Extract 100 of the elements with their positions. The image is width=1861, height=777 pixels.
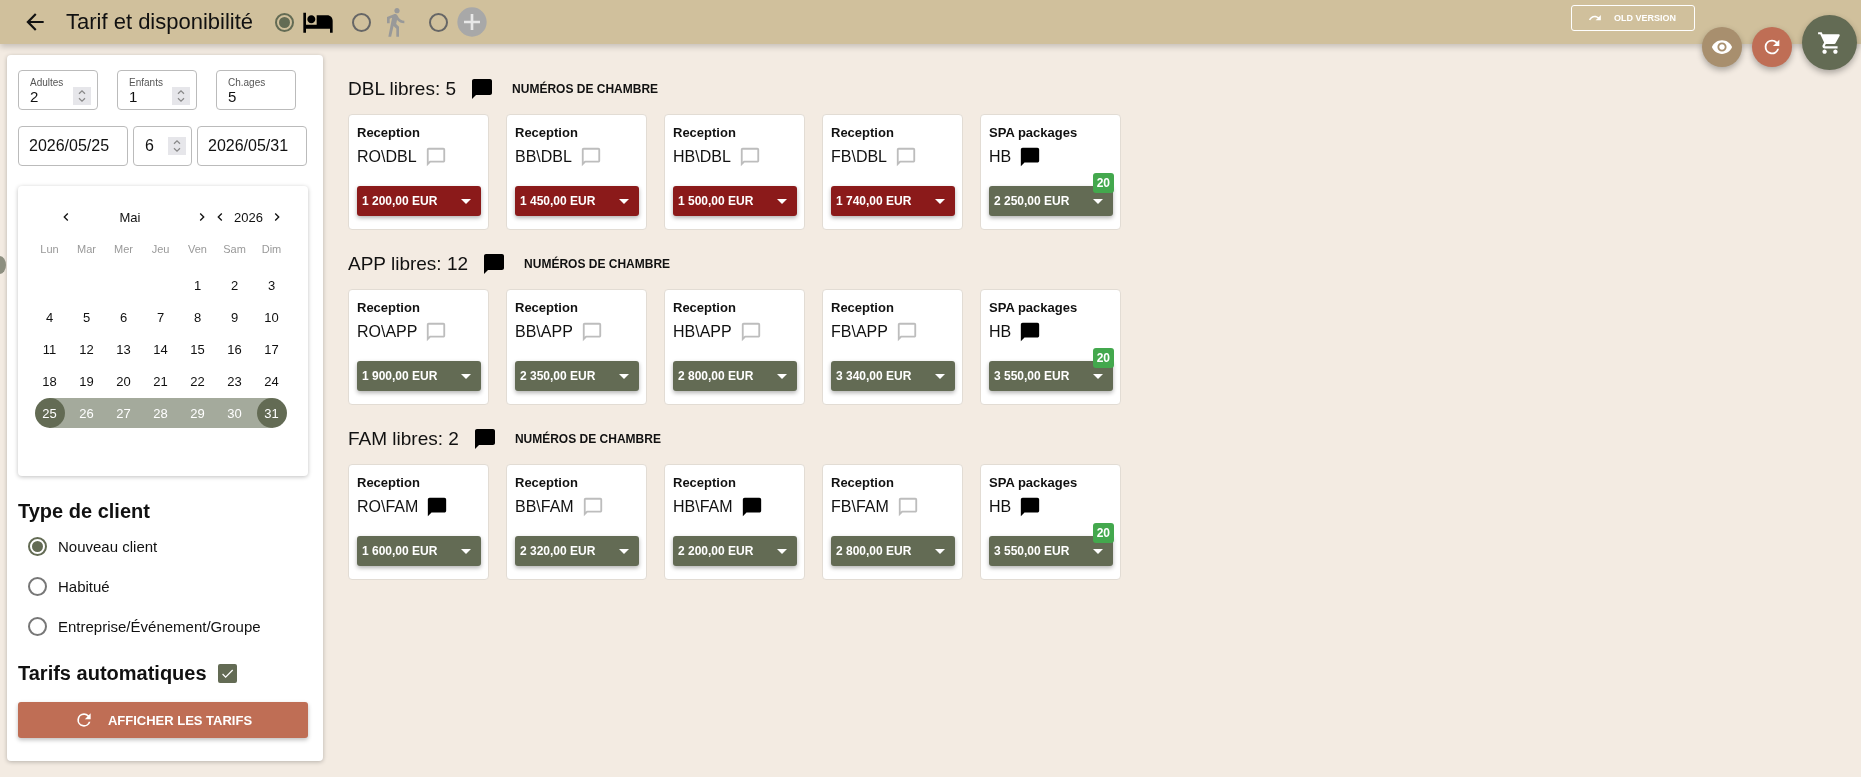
calendar-day[interactable]: 3 xyxy=(256,270,287,300)
filled-comment-icon[interactable] xyxy=(426,496,449,518)
spinner-icon[interactable] xyxy=(73,87,91,105)
departure-date-field[interactable]: 2026/05/31 xyxy=(197,126,307,166)
calendar-day[interactable]: 20 xyxy=(108,366,139,396)
number-field[interactable]: Ch.ages 5 xyxy=(216,70,296,110)
caret-icon xyxy=(777,548,787,554)
price-dropdown-button[interactable]: 1 900,00 EUR xyxy=(357,361,481,391)
calendar-day[interactable]: 6 xyxy=(108,302,139,332)
cart-icon xyxy=(1816,29,1843,56)
filled-comment-icon[interactable] xyxy=(1019,496,1042,518)
price-dropdown-button[interactable]: 2 350,00 EUR xyxy=(515,361,639,391)
caret-icon xyxy=(1093,548,1103,554)
field-value: 5 xyxy=(228,88,238,105)
calendar-day[interactable]: 17 xyxy=(256,334,287,364)
calendar-day[interactable]: 10 xyxy=(256,302,287,332)
rate-code: RO\APP xyxy=(357,323,418,341)
rate-source: Reception xyxy=(673,125,737,140)
price-dropdown-button[interactable]: 2 200,00 EUR xyxy=(673,536,797,566)
calendar-day[interactable]: 25 xyxy=(34,398,65,428)
caret-icon xyxy=(935,548,945,554)
price-dropdown-button[interactable]: 1 740,00 EUR xyxy=(831,186,955,216)
arrival-date-field[interactable]: 2026/05/25 xyxy=(18,126,128,166)
price-dropdown-button[interactable]: 1 200,00 EUR xyxy=(357,186,481,216)
calendar-day[interactable]: 16 xyxy=(219,334,250,364)
calendar-day[interactable]: 14 xyxy=(145,334,176,364)
calendar-day[interactable]: 19 xyxy=(71,366,102,396)
calendar-day[interactable]: 18 xyxy=(34,366,65,396)
nights-field[interactable]: 6 xyxy=(133,126,192,166)
calendar-day[interactable]: 22 xyxy=(182,366,213,396)
price-dropdown-button[interactable]: 2 320,00 EUR xyxy=(515,536,639,566)
rate-source: Reception xyxy=(357,475,421,490)
calendar-day[interactable]: 12 xyxy=(71,334,102,364)
calendar-day[interactable]: 1 xyxy=(182,270,213,300)
calendar-day[interactable]: 5 xyxy=(71,302,102,332)
count-badge: 20 xyxy=(1092,523,1114,543)
number-field[interactable]: Adultes 2 xyxy=(18,70,98,110)
radio-button[interactable] xyxy=(275,12,295,32)
rate-source: Reception xyxy=(515,125,579,140)
rate-source: SPA packages xyxy=(989,475,1079,490)
spinner-icon[interactable] xyxy=(168,137,186,155)
room-numbers-link[interactable]: NUMÉROS DE CHAMBRE xyxy=(514,432,661,446)
calendar-day[interactable]: 31 xyxy=(256,398,287,428)
filled-comment-icon[interactable] xyxy=(472,427,497,451)
calendar-day[interactable]: 8 xyxy=(182,302,213,332)
caret-icon xyxy=(1093,198,1103,204)
radio-button[interactable] xyxy=(429,12,449,32)
rate-code: HB xyxy=(989,148,1012,166)
rate-code: FB\DBL xyxy=(831,148,887,166)
calendar-day[interactable]: 15 xyxy=(182,334,213,364)
price-dropdown-button[interactable]: 2 800,00 EUR xyxy=(673,361,797,391)
rate-source: Reception xyxy=(357,300,421,315)
filled-comment-icon[interactable] xyxy=(482,252,507,276)
rate-source: Reception xyxy=(831,300,895,315)
radio-button[interactable] xyxy=(352,12,372,32)
filled-comment-icon[interactable] xyxy=(1019,321,1042,343)
calendar-day[interactable]: 13 xyxy=(108,334,139,364)
price-dropdown-button[interactable]: 1 500,00 EUR xyxy=(673,186,797,216)
month-label[interactable]: Mai xyxy=(66,209,194,225)
price-dropdown-button[interactable]: 2 800,00 EUR xyxy=(831,536,955,566)
price-dropdown-button[interactable]: 1 600,00 EUR xyxy=(357,536,481,566)
caret-icon xyxy=(619,198,629,204)
price-dropdown-button[interactable]: 2 250,00 EUR xyxy=(989,186,1113,216)
price-dropdown-button[interactable]: 1 450,00 EUR xyxy=(515,186,639,216)
filled-comment-icon[interactable] xyxy=(470,77,495,101)
calendar-day[interactable]: 11 xyxy=(34,334,65,364)
calendar-day[interactable]: 4 xyxy=(34,302,65,332)
calendar-day[interactable]: 21 xyxy=(145,366,176,396)
count-badge: 20 xyxy=(1092,348,1114,368)
caret-icon xyxy=(935,198,945,204)
room-numbers-link[interactable]: NUMÉROS DE CHAMBRE xyxy=(512,82,659,96)
caret-icon xyxy=(461,548,471,554)
room-type-heading: APP libres: 12 xyxy=(348,253,469,275)
calendar-day[interactable]: 2 xyxy=(219,270,250,300)
weekday-label: Dim xyxy=(260,242,283,257)
calendar-day[interactable]: 23 xyxy=(219,366,250,396)
show-rates-button[interactable]: AFFICHER LES TARIFS xyxy=(18,702,308,738)
calendar-day[interactable]: 7 xyxy=(145,302,176,332)
radio-button[interactable] xyxy=(28,616,47,636)
price-dropdown-button[interactable]: 3 340,00 EUR xyxy=(831,361,955,391)
rate-source: Reception xyxy=(673,475,737,490)
year-label[interactable]: 2026 xyxy=(234,209,263,225)
calendar-day[interactable]: 9 xyxy=(219,302,250,332)
caret-icon xyxy=(935,373,945,379)
filled-comment-icon[interactable] xyxy=(740,496,763,518)
price-dropdown-button[interactable]: 3 550,00 EUR xyxy=(989,536,1113,566)
room-numbers-link[interactable]: NUMÉROS DE CHAMBRE xyxy=(524,257,671,271)
calendar-day[interactable]: 24 xyxy=(256,366,287,396)
count-badge: 20 xyxy=(1092,173,1114,193)
radio-button[interactable] xyxy=(28,536,47,556)
checkbox[interactable] xyxy=(217,664,237,683)
number-field[interactable]: Enfants 1 xyxy=(117,70,197,110)
room-type-heading: FAM libres: 2 xyxy=(348,428,459,450)
radio-button[interactable] xyxy=(28,576,47,596)
caret-icon xyxy=(619,373,629,379)
price-dropdown-button[interactable]: 3 550,00 EUR xyxy=(989,361,1113,391)
rate-code: BB\APP xyxy=(515,323,573,341)
spinner-icon[interactable] xyxy=(172,87,190,105)
weekday-label: Sam xyxy=(222,242,247,257)
filled-comment-icon[interactable] xyxy=(1019,146,1042,168)
